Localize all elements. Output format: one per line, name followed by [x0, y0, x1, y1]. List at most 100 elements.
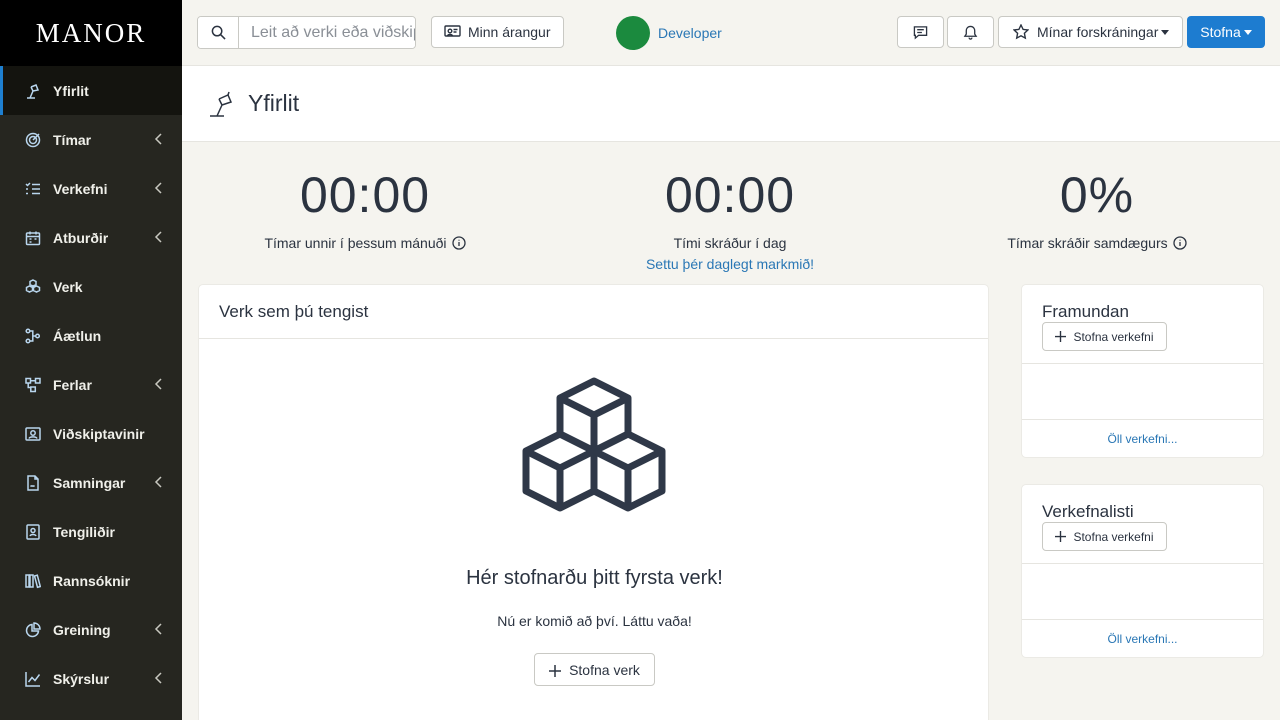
user-name-link[interactable]: Developer	[658, 25, 722, 41]
target-icon	[25, 132, 41, 148]
page-header: Yfirlit	[182, 66, 1280, 142]
sidebar-item-label: Ferlar	[53, 376, 92, 393]
sidebar-item-label: Samningar	[53, 474, 126, 491]
stat-value: 00:00	[299, 167, 431, 223]
chevron-left-icon	[154, 181, 164, 195]
search-input[interactable]	[239, 17, 415, 48]
sidebar-item-reports[interactable]: Skýrslur	[0, 654, 182, 703]
stat-label-row: Tímar skráðir samdægurs	[982, 235, 1212, 251]
favorites-label: Mínar forskráningar	[1037, 24, 1159, 40]
sidebar-item-label: Áætlun	[53, 327, 102, 344]
stat-value: 00:00	[664, 167, 796, 223]
create-task-label: Stofna verkefni	[1073, 529, 1154, 544]
card-title: Framundan	[1042, 302, 1129, 321]
card-title: Verk sem þú tengist	[219, 301, 369, 321]
bell-icon	[963, 25, 978, 40]
top-bar: Minn árangur Developer Mínar forskráning…	[182, 0, 1280, 66]
chevron-left-icon	[154, 377, 164, 391]
all-tasks-link[interactable]: Öll verkefni...	[1022, 432, 1263, 446]
notifications-button[interactable]	[947, 16, 994, 48]
divider	[1022, 363, 1263, 364]
stat-same-day-logged: 0% Tímar skráðir samdægurs	[982, 166, 1212, 251]
chevron-left-icon	[154, 132, 164, 146]
create-task-button[interactable]: Stofna verkefni	[1042, 522, 1167, 551]
sidebar-item-label: Tengiliðir	[53, 523, 115, 540]
search-icon[interactable]	[198, 17, 239, 48]
my-achievement-label: Minn árangur	[468, 24, 551, 40]
create-dropdown-button[interactable]: Stofna	[1187, 16, 1265, 48]
sidebar-item-label: Verk	[53, 278, 83, 295]
card-title: Verkefnalisti	[1042, 502, 1134, 521]
stat-value: 0%	[1059, 167, 1135, 223]
info-icon[interactable]	[451, 236, 466, 250]
set-daily-goal-link[interactable]: Settu þér daglegt markmið!	[615, 256, 845, 272]
create-task-label: Stofna verkefni	[1073, 329, 1154, 344]
divider	[1022, 619, 1263, 620]
search-box	[197, 16, 416, 49]
sidebar-item-research[interactable]: Rannsóknir	[0, 556, 182, 605]
create-project-button[interactable]: Stofna verk	[534, 653, 655, 686]
star-icon	[1013, 24, 1029, 40]
chat-icon	[913, 25, 928, 40]
sidebar-item-label: Tímar	[53, 131, 92, 148]
sidebar-item-overview[interactable]: Yfirlit	[0, 66, 182, 115]
card-header: Verk sem þú tengist	[199, 285, 988, 339]
stat-label-row: Tími skráður í dag	[615, 235, 845, 251]
stat-label-row: Tímar unnir í þessum mánuði	[250, 235, 480, 251]
sidebar-item-label: Yfirlit	[53, 82, 89, 99]
sidebar-item-hours[interactable]: Tímar	[0, 115, 182, 164]
my-achievement-button[interactable]: Minn árangur	[431, 16, 564, 48]
stat-time-today: 00:00 Tími skráður í dag Settu þér dagle…	[615, 166, 845, 272]
desk-lamp-icon	[210, 91, 233, 117]
divider	[1022, 563, 1263, 564]
logo-text: MANOR	[35, 17, 147, 48]
sidebar-item-label: Rannsóknir	[53, 572, 131, 589]
sidebar-item-contracts[interactable]: Samningar	[0, 458, 182, 507]
logo[interactable]: MANOR	[0, 0, 182, 66]
all-tasks-link[interactable]: Öll verkefni...	[1022, 632, 1263, 646]
sidebar-item-projects[interactable]: Verk	[0, 262, 182, 311]
empty-state-subtitle: Nú er komið að því. Láttu vaða!	[497, 613, 692, 629]
avatar[interactable]	[616, 16, 650, 50]
info-icon[interactable]	[1172, 236, 1187, 250]
client-icon	[25, 426, 41, 442]
favorites-dropdown[interactable]: Mínar forskráningar	[998, 16, 1183, 48]
divider	[1022, 419, 1263, 420]
sidebar-item-label: Greining	[53, 621, 111, 638]
sidebar-item-label: Atburðir	[53, 229, 109, 246]
sidebar-item-processes[interactable]: Ferlar	[0, 360, 182, 409]
desk-lamp-icon	[25, 83, 41, 99]
chevron-left-icon	[154, 475, 164, 489]
plus-icon	[1055, 531, 1067, 542]
chevron-left-icon	[154, 622, 164, 636]
caret-down-icon	[1161, 29, 1170, 35]
calendar-icon	[25, 230, 41, 246]
sidebar-item-contacts[interactable]: Tengiliðir	[0, 507, 182, 556]
chevron-left-icon	[154, 671, 164, 685]
stat-hours-this-month: 00:00 Tímar unnir í þessum mánuði	[250, 166, 480, 251]
presentation-icon	[444, 24, 461, 37]
page-title: Yfirlit	[248, 90, 300, 116]
create-task-button[interactable]: Stofna verkefni	[1042, 322, 1167, 351]
pie-chart-icon	[25, 621, 41, 638]
stat-label: Tímar skráðir samdægurs	[1007, 235, 1168, 251]
tasklist-card: Verkefnalisti Stofna verkefni Öll verkef…	[1021, 484, 1264, 658]
sidebar-item-clients[interactable]: Viðskiptavinir	[0, 409, 182, 458]
cubes-icon	[520, 377, 668, 521]
sidebar-item-label: Skýrslur	[53, 670, 110, 687]
sidebar-item-plan[interactable]: Áætlun	[0, 311, 182, 360]
messages-button[interactable]	[897, 16, 944, 48]
contract-icon	[25, 474, 41, 491]
sidebar: MANOR Yfirlit Tímar Verkefni Atburðir Ve…	[0, 0, 182, 720]
user-menu[interactable]: Developer	[616, 16, 722, 50]
sidebar-item-label: Verkefni	[53, 180, 108, 197]
books-icon	[25, 573, 41, 589]
empty-state-title: Hér stofnarðu þitt fyrsta verk!	[466, 567, 723, 589]
sidebar-item-analysis[interactable]: Greining	[0, 605, 182, 654]
plus-icon	[549, 664, 562, 677]
sidebar-item-events[interactable]: Atburðir	[0, 213, 182, 262]
caret-down-icon	[1243, 29, 1252, 35]
sidebar-item-tasks[interactable]: Verkefni	[0, 164, 182, 213]
plus-icon	[1055, 331, 1067, 342]
workflow-icon	[25, 327, 41, 344]
